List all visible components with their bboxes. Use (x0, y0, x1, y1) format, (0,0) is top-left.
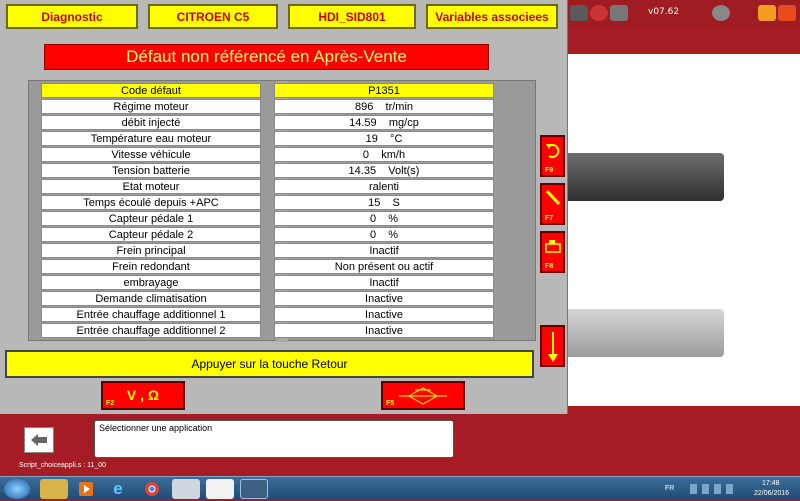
f9-button[interactable]: F9 (540, 135, 565, 177)
application-select-text: Sélectionner une application (99, 423, 213, 433)
diagnostic-window: Diagnostic CITROEN C5 HDI_SID801 Variabl… (0, 0, 568, 414)
parameter-value: Inactive (274, 323, 494, 338)
f5-button[interactable]: F5 (381, 381, 465, 410)
parameter-label: Demande climatisation (41, 291, 261, 306)
table-row: Frein redondant Non présent ou actif (41, 259, 523, 275)
table-row: Vitesse véhicule 0 km/h (41, 147, 523, 163)
parameter-value: 14.59 mg/cp (274, 115, 494, 130)
parameter-value: 0 % (274, 211, 494, 226)
table-row: Entrée chauffage additionnel 1 Inactive (41, 307, 523, 323)
chrome-logo-icon (145, 482, 159, 496)
table-row: Capteur pédale 2 0 % (41, 227, 523, 243)
parameter-value: 896 tr/min (274, 99, 494, 114)
parameter-value: Inactive (274, 291, 494, 306)
tab-vehicle[interactable]: CITROEN C5 (148, 4, 278, 29)
tab-diagnostic[interactable]: Diagnostic (6, 4, 138, 29)
host-icon-1[interactable] (570, 5, 588, 21)
f2-button[interactable]: V , Ω F2 (101, 381, 185, 410)
parameter-label: Capteur pédale 1 (41, 211, 261, 226)
parameter-label: Tension batterie (41, 163, 261, 178)
parameter-value: Inactif (274, 243, 494, 258)
table-header-row: Code défaut P1351 (41, 83, 523, 99)
close-button[interactable] (778, 5, 796, 21)
parameter-label: Régime moteur (41, 99, 261, 114)
host-settings-icon[interactable] (610, 5, 628, 21)
language-indicator[interactable]: FR (665, 485, 674, 492)
f8-button[interactable]: F8 (540, 231, 565, 273)
table-row: embrayage Inactif (41, 275, 523, 291)
undo-arrow-icon (546, 144, 560, 158)
host-power-icon[interactable] (590, 5, 608, 21)
calc-app-icon[interactable] (240, 479, 268, 499)
parameter-label: Température eau moteur (41, 131, 261, 146)
back-button[interactable] (24, 427, 54, 453)
diag-app-icon[interactable] (206, 479, 234, 499)
tray-icons[interactable] (690, 484, 750, 494)
parameter-label: embrayage (41, 275, 261, 290)
table-row: Capteur pédale 1 0 % (41, 211, 523, 227)
chrome-icon[interactable] (138, 479, 166, 499)
parameters-table: Code défaut P1351 Régime moteur 896 tr/mi… (28, 80, 536, 342)
media-player-icon[interactable] (72, 479, 100, 499)
voltage-ohm-label: V , Ω (126, 387, 160, 403)
host-menu-bar-2[interactable] (568, 309, 724, 357)
table-row: Frein principal Inactif (41, 243, 523, 259)
table-row: Température eau moteur 19 °C (41, 131, 523, 147)
tab-variables[interactable]: Variables associees (426, 4, 558, 29)
table-scrollbar[interactable] (522, 84, 532, 340)
file-explorer-icon[interactable] (40, 479, 68, 499)
parameter-value: ralenti (274, 179, 494, 194)
taskbar: e FR 17:48 22/06/2016 (0, 476, 800, 500)
parameter-value: 19 °C (274, 131, 494, 146)
parameter-value: 0 km/h (274, 147, 494, 162)
internet-explorer-icon[interactable]: e (104, 479, 132, 499)
clock-date[interactable]: 22/06/2016 (754, 490, 789, 497)
fault-code-label: Code défaut (41, 83, 261, 98)
start-button[interactable] (4, 479, 30, 499)
window-app-icon[interactable] (172, 479, 200, 499)
fault-code-value: P1351 (274, 83, 494, 98)
parameter-label: débit injecté (41, 115, 261, 130)
minimize-button[interactable] (758, 5, 776, 21)
play-icon (79, 482, 93, 496)
table-row: débit injecté 14.59 mg/cp (41, 115, 523, 131)
scroll-down-arrow-icon (548, 332, 558, 362)
table-row: Régime moteur 896 tr/min (41, 99, 523, 115)
host-menu-bar-1[interactable] (568, 153, 724, 201)
parameter-label: Vitesse véhicule (41, 147, 261, 162)
table-row: Entrée chauffage additionnel 2 Inactive (41, 323, 523, 339)
application-select-box[interactable]: Sélectionner une application (94, 420, 454, 458)
clock-time[interactable]: 17:48 (762, 480, 780, 487)
engine-icon (545, 240, 561, 253)
script-label: Script_choiceappli.s : 11_00 (19, 462, 107, 469)
tab-ecu[interactable]: HDI_SID801 (288, 4, 416, 29)
table-row: Etat moteur ralenti (41, 179, 523, 195)
parameter-value: Inactif (274, 275, 494, 290)
parameter-value: Non présent ou actif (274, 259, 494, 274)
table-row: Temps écoulé depuis +APC 15 S (41, 195, 523, 211)
parameter-value: 14.35 Volt(s) (274, 163, 494, 178)
back-arrow-icon (31, 434, 47, 446)
retour-prompt[interactable]: Appuyer sur la touche Retour (5, 350, 534, 378)
parameter-label: Etat moteur (41, 179, 261, 194)
parameter-value: 15 S (274, 195, 494, 210)
signal-icon (399, 387, 447, 405)
table-row: Tension batterie 14.35 Volt(s) (41, 163, 523, 179)
parameter-value: Inactive (274, 307, 494, 322)
parameter-label: Frein redondant (41, 259, 261, 274)
parameter-value: 0 % (274, 227, 494, 242)
table-row: Demande climatisation Inactive (41, 291, 523, 307)
f7-button[interactable]: F7 (540, 183, 565, 225)
parameter-label: Temps écoulé depuis +APC (41, 195, 261, 210)
parameter-label: Capteur pédale 2 (41, 227, 261, 242)
fault-banner: Défaut non référencé en Après-Vente (44, 44, 489, 70)
scroll-down-button[interactable] (540, 325, 565, 367)
host-refresh-icon[interactable] (712, 5, 730, 21)
parameter-label: Entrée chauffage additionnel 2 (41, 323, 261, 338)
host-version: v07.62 (648, 7, 680, 17)
parameter-label: Frein principal (41, 243, 261, 258)
probe-icon (545, 189, 561, 206)
parameter-label: Entrée chauffage additionnel 1 (41, 307, 261, 322)
